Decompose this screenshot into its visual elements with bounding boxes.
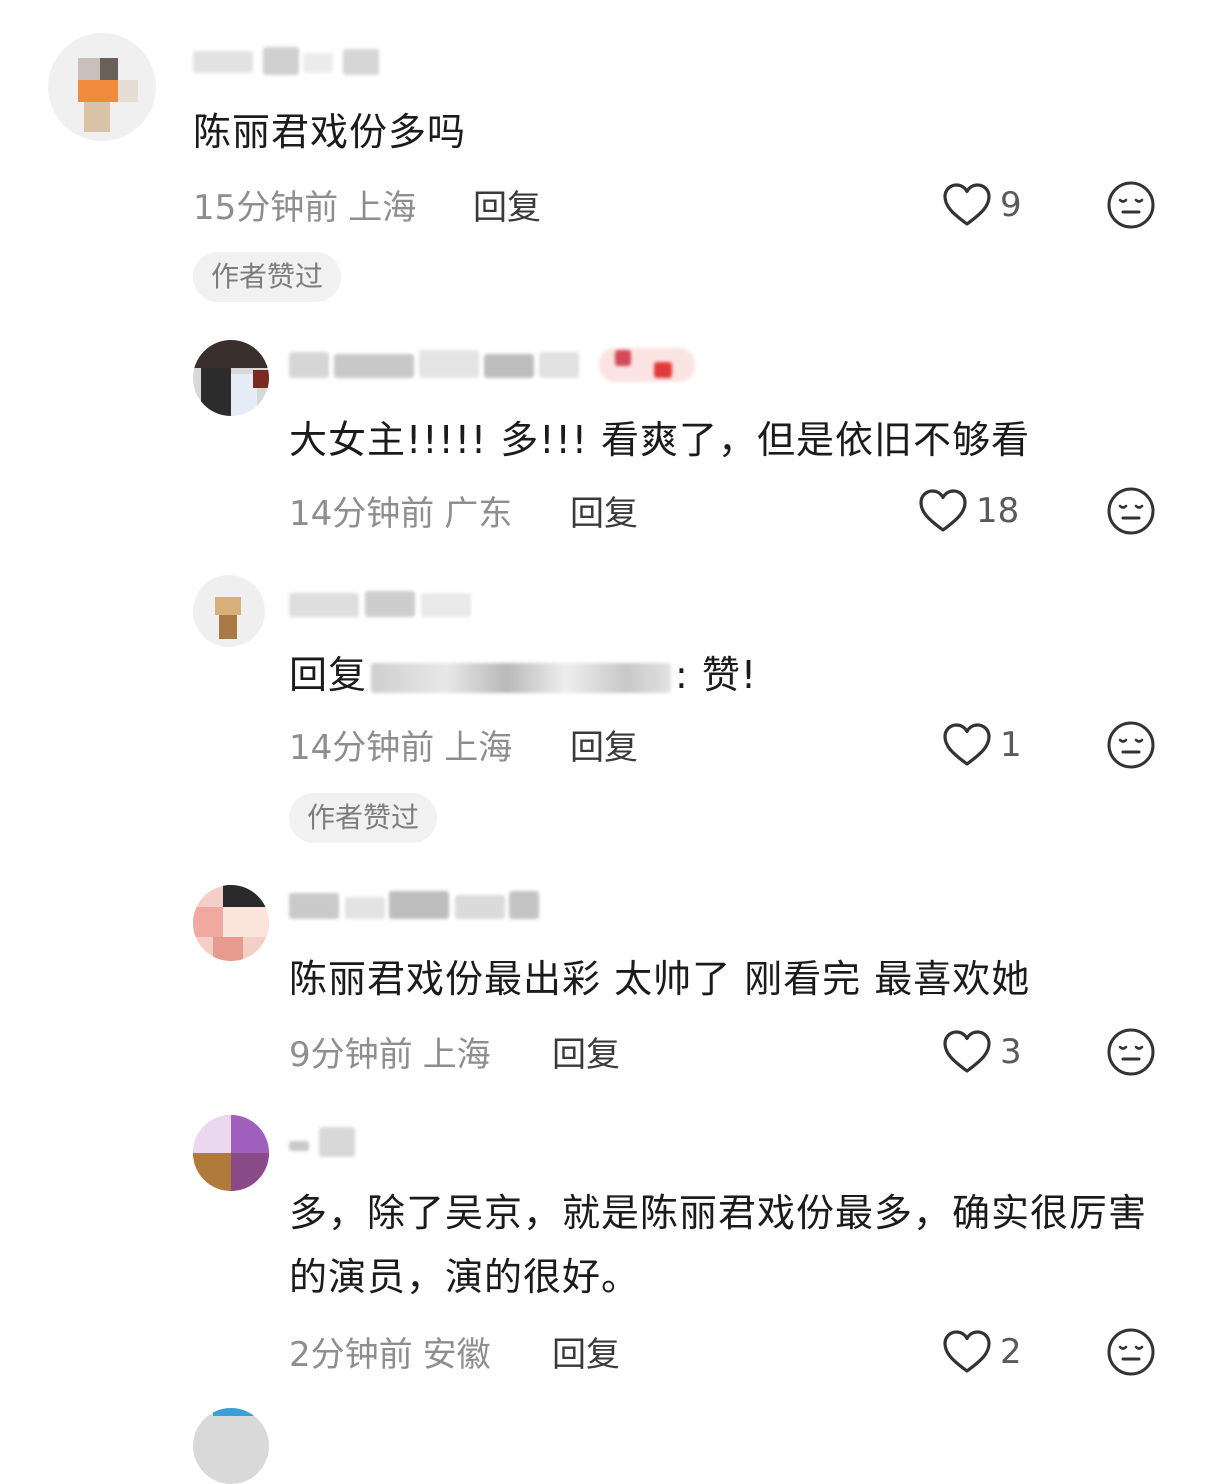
avatar[interactable] [48,33,156,141]
username[interactable] [289,1125,379,1159]
comment-text: 多，除了吴京，就是陈丽君戏份最多，确实很厉害的演员，演的很好。 [289,1191,1148,1299]
like-button[interactable]: 9 [942,180,1022,230]
comment-location: 上海 [422,1035,491,1075]
author-liked-badge: 作者赞过 [193,252,342,302]
reply-item: 陈丽君戏份最出彩 太帅了 刚看完 最喜欢她 9分钟前 上海 回复 3 [0,875,1206,1095]
like-count: 3 [1000,1032,1022,1072]
like-count: 18 [976,491,1020,531]
reply-prefix: 回复 [289,653,368,697]
comment-meta: 2分钟前 安徽 [289,1327,491,1376]
like-button[interactable]: 2 [942,1327,1022,1377]
comment-meta: 14分钟前 广东 [289,486,512,535]
heart-outline-icon [943,723,991,766]
like-button[interactable]: 1 [942,720,1022,770]
comment-text: 回复 : 赞! [289,643,757,707]
comment-location: 安徽 [422,1335,491,1375]
comment-time: 2分钟前 [289,1335,413,1375]
avatar[interactable] [193,1115,269,1191]
reply-button[interactable]: 回复 [473,180,541,229]
heart-outline-icon [943,183,991,226]
avatar[interactable] [193,885,269,961]
comment-meta: 9分钟前 上海 [289,1027,491,1076]
username[interactable] [289,348,699,382]
comment-meta: 15分钟前 上海 [193,180,416,229]
comment-time: 9分钟前 [289,1035,413,1075]
reply-item: 大女主!!!!! 多!!! 看爽了，但是依旧不够看 14分钟前 广东 回复 18 [0,330,1206,560]
like-count: 9 [1000,185,1022,225]
neutral-face-icon[interactable] [1106,1327,1156,1377]
reply-button[interactable]: 回复 [552,1327,620,1376]
neutral-face-icon[interactable] [1106,720,1156,770]
comment-location: 上海 [348,188,417,228]
username[interactable] [193,45,393,79]
reply-item: 多，除了吴京，就是陈丽君戏份最多，确实很厉害的演员，演的很好。 2分钟前 安徽 回… [0,1105,1206,1405]
comment-text: 大女主!!!!! 多!!! 看爽了，但是依旧不够看 [289,418,1031,462]
like-count: 2 [1000,1332,1022,1372]
comment-item: 陈丽君戏份多吗 15分钟前 上海 回复 9 作者赞过 [0,0,1206,310]
comment-text: 陈丽君戏份多吗 [193,110,467,154]
neutral-face-icon[interactable] [1106,1027,1156,1077]
heart-outline-icon [943,1030,991,1073]
username[interactable] [289,587,479,621]
comment-time: 15分钟前 [193,188,339,228]
comment-time: 14分钟前 [289,494,435,534]
username[interactable] [289,889,549,923]
author-liked-badge: 作者赞过 [289,793,438,843]
comment-time: 14分钟前 [289,728,435,768]
reply-button[interactable]: 回复 [552,1027,620,1076]
reply-body: : 赞! [675,653,758,697]
neutral-face-icon[interactable] [1106,486,1156,536]
like-button[interactable]: 18 [918,486,1019,536]
comment-meta: 14分钟前 上海 [289,720,512,769]
like-count: 1 [1000,725,1022,765]
avatar[interactable] [193,340,269,416]
reply-item: 回复 : 赞! 14分钟前 上海 回复 1 作者赞过 [0,565,1206,855]
redacted-username [371,662,672,693]
avatar[interactable] [193,575,265,647]
like-button[interactable]: 3 [942,1027,1022,1077]
comment-text: 陈丽君戏份最出彩 太帅了 刚看完 最喜欢她 [289,957,1031,1001]
neutral-face-icon[interactable] [1106,180,1156,230]
reply-button[interactable]: 回复 [570,486,638,535]
heart-outline-icon [943,1330,991,1373]
avatar [193,1408,269,1484]
comment-location: 广东 [444,494,513,534]
reply-button[interactable]: 回复 [570,720,638,769]
comment-location: 上海 [444,728,513,768]
heart-outline-icon [919,489,967,532]
